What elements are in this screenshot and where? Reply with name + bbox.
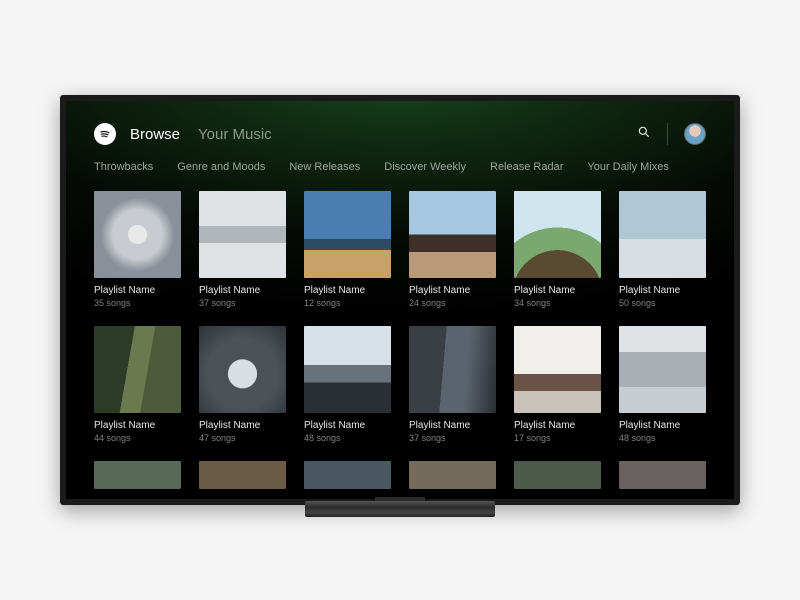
playlist-thumbnail bbox=[304, 461, 391, 489]
app-screen: Browse Your Music Throwbacks Genre and M… bbox=[66, 101, 734, 499]
playlist-card[interactable]: Playlist Name 47 songs bbox=[199, 326, 286, 443]
playlist-thumbnail bbox=[199, 461, 286, 489]
nav-browse[interactable]: Browse bbox=[130, 126, 180, 143]
tab-genre-and-moods[interactable]: Genre and Moods bbox=[177, 161, 265, 173]
playlist-card[interactable]: Playlist Name 34 songs bbox=[514, 191, 601, 308]
playlist-title: Playlist Name bbox=[409, 420, 496, 431]
tab-new-releases[interactable]: New Releases bbox=[289, 161, 360, 173]
playlist-card[interactable] bbox=[94, 461, 181, 489]
playlist-thumbnail bbox=[619, 191, 706, 278]
playlist-card[interactable]: Playlist Name 50 songs bbox=[619, 191, 706, 308]
topbar: Browse Your Music bbox=[66, 101, 734, 155]
playlist-thumbnail bbox=[94, 461, 181, 489]
playlist-card[interactable]: Playlist Name 17 songs bbox=[514, 326, 601, 443]
playlist-card[interactable]: Playlist Name 48 songs bbox=[619, 326, 706, 443]
playlist-song-count: 12 songs bbox=[304, 298, 391, 308]
playlist-thumbnail bbox=[409, 191, 496, 278]
playlist-song-count: 35 songs bbox=[94, 298, 181, 308]
playlist-title: Playlist Name bbox=[619, 285, 706, 296]
playlist-song-count: 47 songs bbox=[199, 433, 286, 443]
tv-stand bbox=[305, 501, 495, 517]
playlist-title: Playlist Name bbox=[94, 285, 181, 296]
playlist-card[interactable] bbox=[619, 461, 706, 489]
playlist-card[interactable]: Playlist Name 44 songs bbox=[94, 326, 181, 443]
playlist-card[interactable]: Playlist Name 48 songs bbox=[304, 326, 391, 443]
tab-discover-weekly[interactable]: Discover Weekly bbox=[384, 161, 466, 173]
playlist-song-count: 48 songs bbox=[304, 433, 391, 443]
tab-release-radar[interactable]: Release Radar bbox=[490, 161, 563, 173]
playlist-card[interactable] bbox=[199, 461, 286, 489]
spotify-logo-icon[interactable] bbox=[94, 123, 116, 145]
tv-frame: Browse Your Music Throwbacks Genre and M… bbox=[60, 95, 740, 505]
spotify-glyph-icon bbox=[98, 127, 112, 141]
playlist-grid: Playlist Name 35 songs Playlist Name 37 … bbox=[66, 187, 734, 489]
playlist-title: Playlist Name bbox=[514, 420, 601, 431]
playlist-thumbnail bbox=[199, 326, 286, 413]
playlist-title: Playlist Name bbox=[409, 285, 496, 296]
playlist-song-count: 50 songs bbox=[619, 298, 706, 308]
playlist-card[interactable]: Playlist Name 37 songs bbox=[409, 326, 496, 443]
playlist-thumbnail bbox=[514, 461, 601, 489]
playlist-song-count: 37 songs bbox=[409, 433, 496, 443]
playlist-thumbnail bbox=[409, 326, 496, 413]
playlist-card[interactable]: Playlist Name 24 songs bbox=[409, 191, 496, 308]
category-tabs: Throwbacks Genre and Moods New Releases … bbox=[66, 155, 734, 187]
playlist-title: Playlist Name bbox=[199, 420, 286, 431]
playlist-thumbnail bbox=[619, 326, 706, 413]
playlist-card[interactable]: Playlist Name 35 songs bbox=[94, 191, 181, 308]
playlist-song-count: 37 songs bbox=[199, 298, 286, 308]
tab-your-daily-mixes[interactable]: Your Daily Mixes bbox=[587, 161, 669, 173]
playlist-song-count: 48 songs bbox=[619, 433, 706, 443]
playlist-thumbnail bbox=[619, 461, 706, 489]
playlist-title: Playlist Name bbox=[199, 285, 286, 296]
playlist-title: Playlist Name bbox=[514, 285, 601, 296]
playlist-card[interactable] bbox=[304, 461, 391, 489]
primary-nav: Browse Your Music bbox=[130, 126, 272, 143]
nav-your-music[interactable]: Your Music bbox=[198, 126, 272, 143]
playlist-song-count: 34 songs bbox=[514, 298, 601, 308]
playlist-thumbnail bbox=[199, 191, 286, 278]
playlist-song-count: 17 songs bbox=[514, 433, 601, 443]
user-avatar[interactable] bbox=[684, 123, 706, 145]
playlist-song-count: 24 songs bbox=[409, 298, 496, 308]
playlist-title: Playlist Name bbox=[619, 420, 706, 431]
playlist-title: Playlist Name bbox=[304, 285, 391, 296]
playlist-title: Playlist Name bbox=[94, 420, 181, 431]
playlist-card[interactable] bbox=[514, 461, 601, 489]
playlist-thumbnail bbox=[514, 191, 601, 278]
playlist-card[interactable]: Playlist Name 37 songs bbox=[199, 191, 286, 308]
playlist-thumbnail bbox=[94, 326, 181, 413]
playlist-thumbnail bbox=[94, 191, 181, 278]
playlist-card[interactable]: Playlist Name 12 songs bbox=[304, 191, 391, 308]
playlist-card[interactable] bbox=[409, 461, 496, 489]
playlist-title: Playlist Name bbox=[304, 420, 391, 431]
divider bbox=[667, 123, 668, 145]
playlist-song-count: 44 songs bbox=[94, 433, 181, 443]
playlist-thumbnail bbox=[514, 326, 601, 413]
playlist-thumbnail bbox=[304, 191, 391, 278]
topbar-right bbox=[637, 123, 706, 145]
search-icon[interactable] bbox=[637, 125, 651, 144]
playlist-thumbnail bbox=[304, 326, 391, 413]
tab-throwbacks[interactable]: Throwbacks bbox=[94, 161, 153, 173]
playlist-thumbnail bbox=[409, 461, 496, 489]
